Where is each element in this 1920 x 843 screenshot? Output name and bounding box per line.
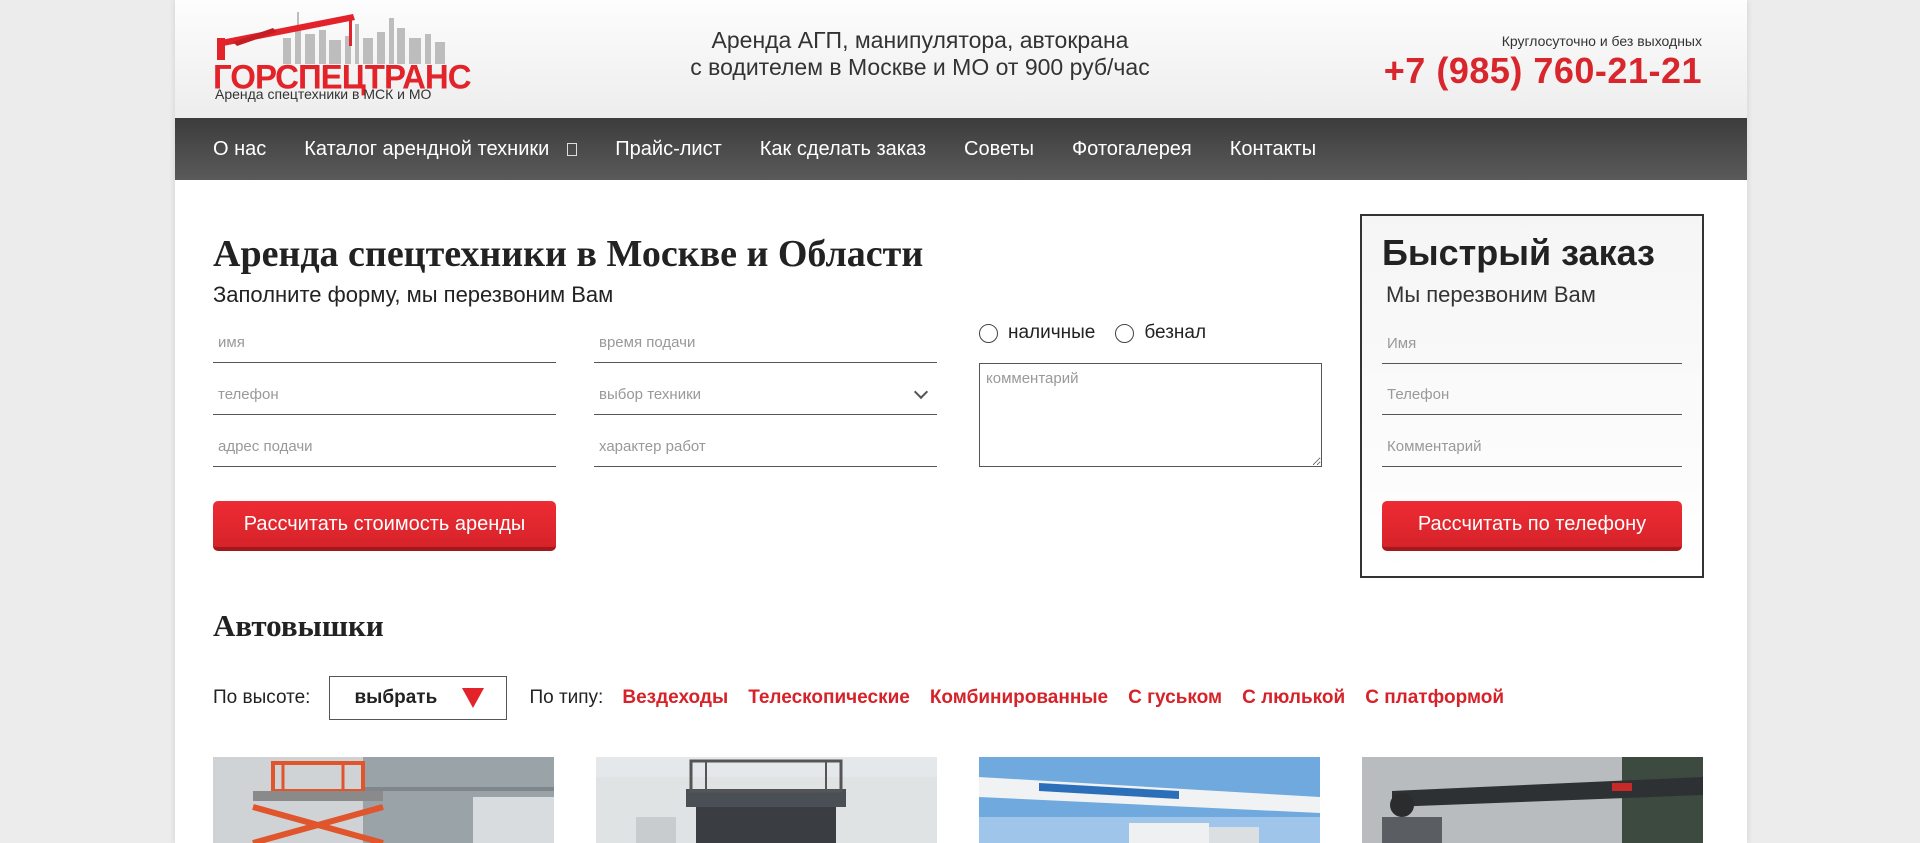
header-tagline: Аренда АГП, манипулятора, автокрана с во… <box>685 27 1155 81</box>
quick-name-input[interactable] <box>1382 324 1682 364</box>
product-image-2[interactable] <box>596 757 937 843</box>
quick-order-title: Быстрый заказ <box>1382 232 1655 273</box>
type-link-combined[interactable]: Комбинированные <box>930 687 1108 709</box>
telescopic-boom-image <box>979 757 1320 843</box>
nav-item-label: Прайс-лист <box>615 137 722 160</box>
type-link-jib[interactable]: С гуськом <box>1128 687 1222 709</box>
height-filter-label: По высоте: <box>213 687 311 708</box>
quick-order-subtitle: Мы перезвоним Вам <box>1386 282 1596 307</box>
time-input[interactable] <box>594 323 937 363</box>
truck-crane-image <box>1362 757 1703 843</box>
quick-phone-input[interactable] <box>1382 375 1682 415</box>
nav-item-label: Фотогалерея <box>1071 137 1192 160</box>
payment-cashless-radio[interactable] <box>1115 323 1135 343</box>
nav-item-catalog[interactable]: Каталог арендной техники <box>304 137 578 161</box>
address-input[interactable] <box>213 427 556 467</box>
nav-item-contacts[interactable]: Контакты <box>1230 138 1316 161</box>
page: ГОРСПЕЦТРАНС Аренда спецтехники в МСК и … <box>175 0 1747 843</box>
height-select-value: выбрать <box>354 687 438 708</box>
site-logo[interactable]: ГОРСПЕЦТРАНС Аренда спецтехники в МСК и … <box>213 8 472 104</box>
quick-comment-input[interactable] <box>1382 427 1682 467</box>
payment-cash-radio[interactable] <box>979 323 998 343</box>
nav-item-label: Контакты <box>1229 137 1317 160</box>
type-link-telescopic[interactable]: Телескопические <box>748 687 910 709</box>
nav-item-label: О нас <box>213 137 267 160</box>
payment-cashless-label[interactable]: безнал <box>1144 322 1206 344</box>
order-form-subtitle: Заполните форму, мы перезвоним Вам <box>213 282 614 307</box>
nav-item-label: Каталог арендной техники <box>304 137 550 160</box>
type-link-platform[interactable]: С платформой <box>1365 687 1504 709</box>
payment-cash-label[interactable]: наличные <box>1008 322 1095 344</box>
tagline-line-1: Аренда АГП, манипулятора, автокрана <box>711 27 1129 53</box>
calculate-rent-button[interactable]: Рассчитать стоимость аренды <box>213 501 556 551</box>
call-me-button[interactable]: Рассчитать по телефону <box>1382 501 1682 551</box>
section-title: Автовышки <box>213 608 384 643</box>
tagline-line-2: с водителем в Москве и МО от 900 руб/час <box>690 54 1150 80</box>
type-link-basket[interactable]: С люлькой <box>1242 687 1345 709</box>
platform-lift-image <box>596 757 937 843</box>
work-type-input[interactable] <box>594 427 937 467</box>
name-input[interactable] <box>213 323 556 363</box>
product-image-3[interactable] <box>979 757 1320 843</box>
comment-textarea[interactable] <box>979 363 1322 467</box>
dropdown-caret-icon <box>567 142 578 156</box>
phone-input[interactable] <box>213 375 556 415</box>
header-contact: Круглосуточно и без выходных +7 (985) 76… <box>1384 33 1702 92</box>
nav-item-gallery[interactable]: Фотогалерея <box>1072 138 1192 161</box>
nav-item-price-list[interactable]: Прайс-лист <box>615 138 721 161</box>
main-nav: О нас Каталог арендной техники Прайс-лис… <box>175 118 1747 180</box>
nav-item-label: Советы <box>964 137 1034 160</box>
product-image-4[interactable] <box>1362 757 1703 843</box>
order-form-title: Аренда спецтехники в Москве и Области <box>213 233 924 275</box>
equipment-select[interactable]: выбор техники <box>594 375 937 415</box>
nav-item-how-to-order[interactable]: Как сделать заказ <box>760 138 926 161</box>
logo-subtitle: Аренда спецтехники в МСК и МО <box>215 86 432 102</box>
type-filter-label: По типу: <box>529 687 604 708</box>
nav-item-label: Как сделать заказ <box>759 137 926 160</box>
type-link-all-terrain[interactable]: Вездеходы <box>622 687 728 709</box>
contact-phone-link[interactable]: +7 (985) 760-21-21 <box>1384 50 1702 92</box>
quick-order-panel: Быстрый заказ Мы перезвоним Вам Рассчита… <box>1360 214 1704 578</box>
crane-skyline-icon <box>217 12 445 64</box>
scissor-lift-image <box>213 757 554 843</box>
site-header: ГОРСПЕЦТРАНС Аренда спецтехники в МСК и … <box>175 0 1747 118</box>
contact-hours: Круглосуточно и без выходных <box>1501 33 1702 49</box>
nav-item-tips[interactable]: Советы <box>964 138 1034 161</box>
product-image-1[interactable] <box>213 757 554 843</box>
nav-item-about[interactable]: О нас <box>213 138 266 161</box>
equipment-select-placeholder: выбор техники <box>599 386 702 403</box>
triangle-down-icon <box>462 688 485 708</box>
chevron-down-icon <box>913 384 929 399</box>
height-select[interactable]: выбрать <box>329 676 508 720</box>
payment-options: наличные безнал <box>979 322 1226 344</box>
filter-row: По высоте: выбрать По типу: Вездеходы Те… <box>213 675 1524 721</box>
